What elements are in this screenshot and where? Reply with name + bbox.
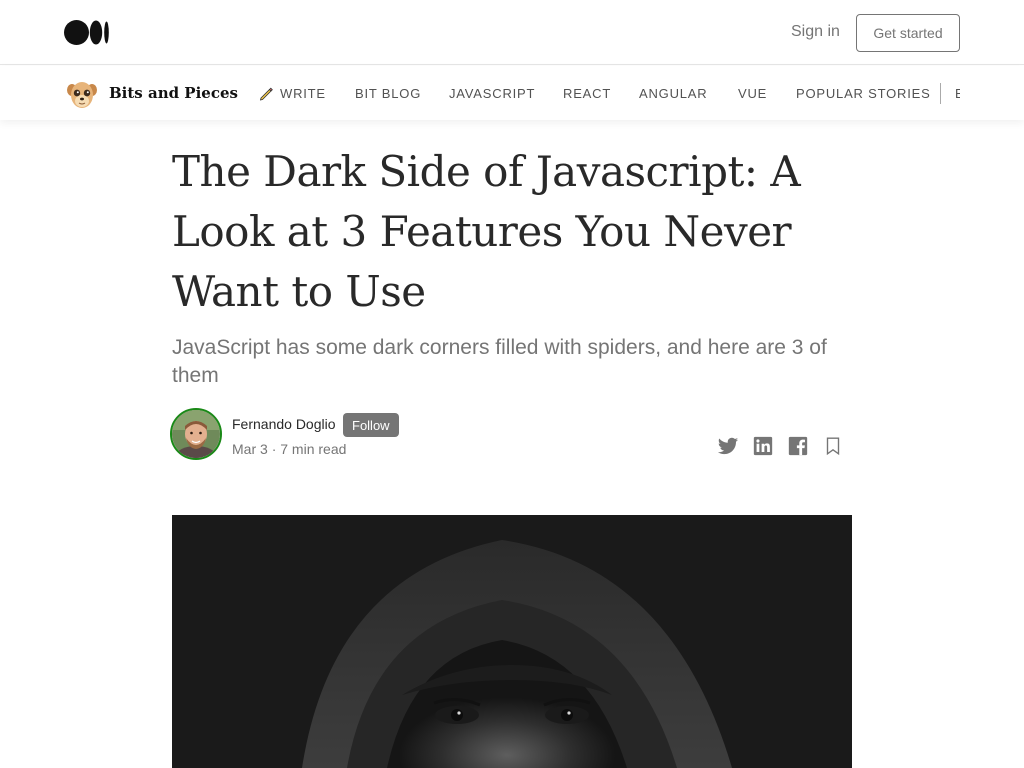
twitter-icon[interactable]	[717, 435, 739, 457]
nav-popular-stories[interactable]: POPULAR STORIES	[796, 86, 931, 101]
top-bar: Sign in Get started	[0, 0, 1024, 65]
follow-button[interactable]: Follow	[343, 413, 399, 437]
nav-divider	[940, 83, 941, 104]
publication-bar: Bits and Pieces WRITE BIT BLOG JAVASCRIP…	[0, 66, 1024, 120]
meta-separator: ·	[271, 441, 277, 457]
linkedin-icon[interactable]	[752, 435, 774, 457]
bookmark-icon[interactable]	[822, 435, 844, 457]
nav-angular[interactable]: ANGULAR	[639, 86, 707, 101]
article-subtitle: JavaScript has some dark corners filled …	[172, 336, 827, 387]
author-name[interactable]: Fernando Doglio	[232, 416, 336, 432]
publication-name[interactable]: Bits and Pieces	[109, 84, 238, 102]
nav-react[interactable]: REACT	[563, 86, 611, 101]
author-avatar-image	[172, 410, 220, 458]
sign-in-link[interactable]: Sign in	[791, 23, 840, 41]
facebook-icon[interactable]	[787, 435, 809, 457]
nav-write[interactable]: WRITE	[280, 86, 326, 101]
nav-overflow-item[interactable]: E	[955, 86, 960, 101]
pencil-icon	[259, 87, 273, 101]
nav-vue[interactable]: VUE	[738, 86, 767, 101]
hero-image	[172, 515, 852, 768]
medium-logo-icon[interactable]	[64, 20, 110, 45]
publication-nav: WRITE BIT BLOG JAVASCRIPT REACT ANGULAR …	[258, 66, 960, 120]
get-started-button[interactable]: Get started	[856, 14, 960, 52]
avatar[interactable]	[170, 408, 222, 460]
meerkat-logo-icon[interactable]	[64, 76, 100, 112]
hooded-figure-photo	[172, 515, 852, 768]
article-title: The Dark Side of Javascript: A Look at 3…	[172, 147, 801, 316]
publish-date: Mar 3	[232, 441, 268, 457]
nav-javascript[interactable]: JAVASCRIPT	[449, 86, 535, 101]
article-meta: Mar 3 · 7 min read	[232, 441, 346, 457]
nav-bit-blog[interactable]: BIT BLOG	[355, 86, 421, 101]
read-time: 7 min read	[280, 441, 347, 457]
